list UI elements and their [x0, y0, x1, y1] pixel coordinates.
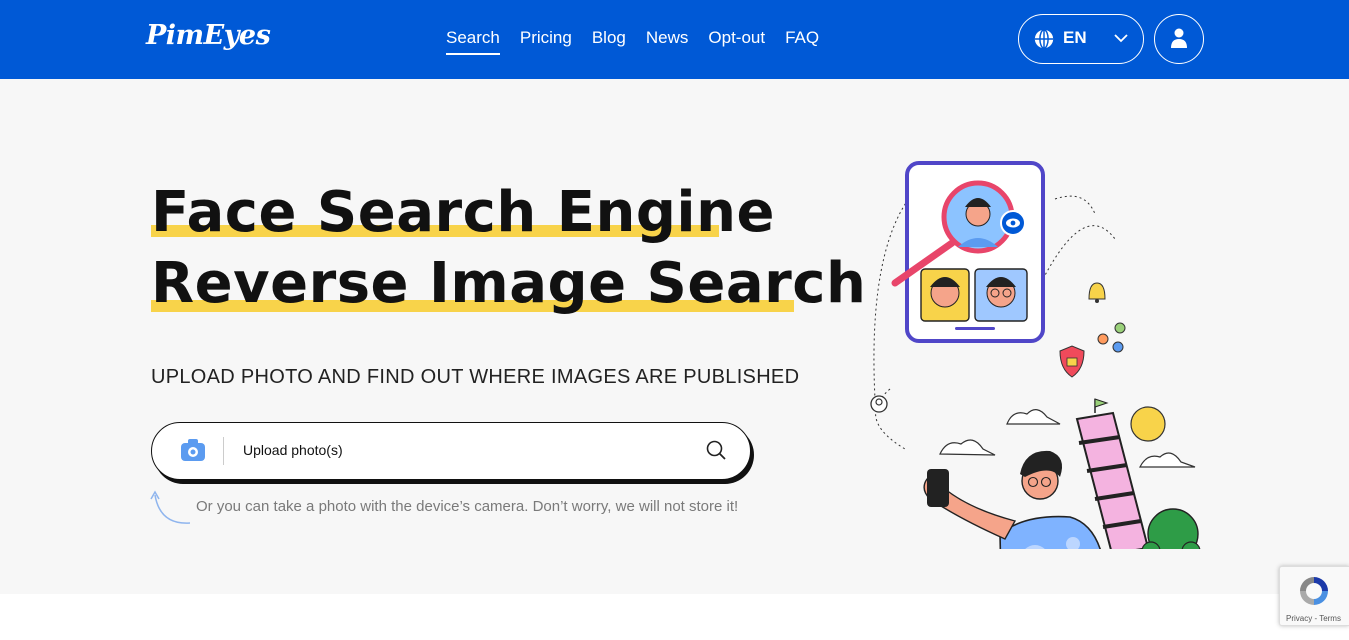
recaptcha-badge[interactable]: Privacy - Terms	[1279, 566, 1349, 626]
chevron-down-icon	[1114, 34, 1128, 43]
language-code: EN	[1063, 28, 1087, 47]
recaptcha-icon	[1300, 577, 1328, 605]
nav-blog[interactable]: Blog	[592, 28, 626, 55]
curved-arrow-icon	[150, 490, 191, 524]
upload-separator	[223, 437, 224, 465]
upload-photo-box[interactable]: Upload photo(s)	[151, 422, 751, 480]
nav-pricing[interactable]: Pricing	[520, 28, 572, 55]
nav-news[interactable]: News	[646, 28, 689, 55]
hero-section: Face Search Engine Reverse Image Search …	[0, 79, 1349, 594]
globe-icon	[1034, 29, 1054, 49]
hero-title-line-2: Reverse Image Search	[151, 251, 867, 316]
recaptcha-links[interactable]: Privacy - Terms	[1286, 614, 1341, 623]
hero-illustration	[870, 161, 1201, 549]
user-icon	[1171, 28, 1187, 48]
camera-hint-text: Or you can take a photo with the device’…	[196, 498, 739, 515]
hero-subtitle: UPLOAD PHOTO AND FIND OUT WHERE IMAGES A…	[151, 366, 800, 388]
language-selector[interactable]: EN	[1018, 14, 1144, 64]
nav-search[interactable]: Search	[446, 28, 500, 55]
nav-faq[interactable]: FAQ	[785, 28, 819, 55]
nav-opt-out[interactable]: Opt-out	[708, 28, 765, 55]
hero-title-line-1: Face Search Engine	[151, 180, 775, 245]
upload-label[interactable]: Upload photo(s)	[243, 442, 343, 458]
logo[interactable]: PimEyes	[146, 20, 271, 51]
camera-icon	[181, 439, 205, 461]
main-nav: Search Pricing Blog News Opt-out FAQ	[446, 28, 819, 55]
search-icon[interactable]	[705, 439, 727, 461]
top-navbar: PimEyes Search Pricing Blog News Opt-out…	[0, 0, 1349, 79]
account-button[interactable]	[1154, 14, 1204, 64]
